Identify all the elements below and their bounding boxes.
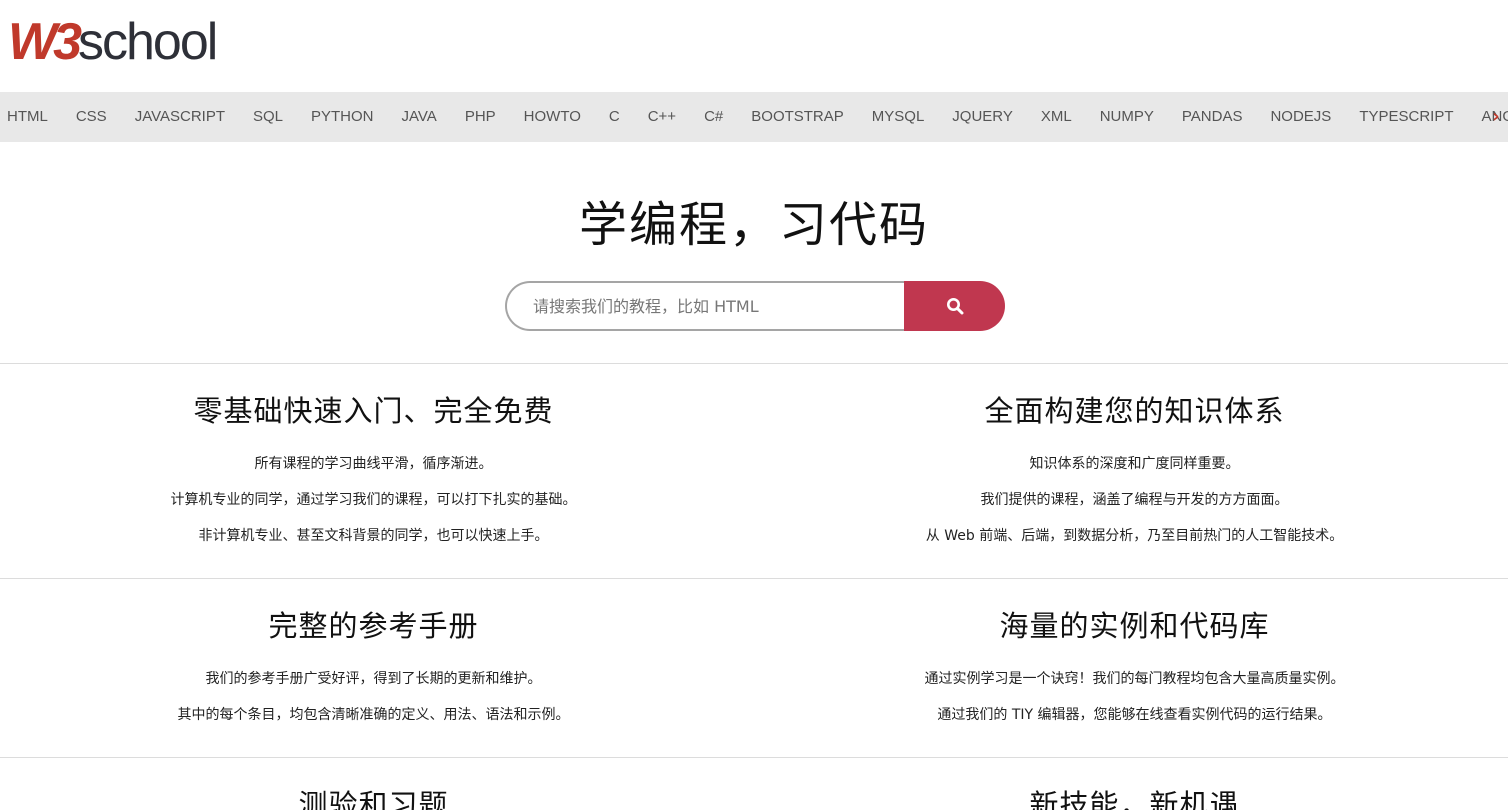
hero-section: 学编程，习代码 xyxy=(0,142,1508,363)
feature-line: 其中的每个条目，均包含清晰准确的定义、用法、语法和示例。 xyxy=(177,707,570,723)
feature-title: 新技能，新机遇 xyxy=(1029,788,1240,810)
nav-item-html[interactable]: HTML xyxy=(0,92,62,142)
feature-title: 全面构建您的知识体系 xyxy=(984,394,1285,428)
feature-row-2: 完整的参考手册 我们的参考手册广受好评，得到了长期的更新和维护。 其中的每个条目… xyxy=(0,578,1508,757)
feature-new-skills: 新技能，新机遇 xyxy=(761,758,1508,810)
top-navigation: HTML CSS JAVASCRIPT SQL PYTHON JAVA PHP … xyxy=(0,92,1508,142)
feature-knowledge-system: 全面构建您的知识体系 知识体系的深度和广度同样重要。 我们提供的课程，涵盖了编程… xyxy=(761,364,1508,554)
nav-item-bootstrap[interactable]: BOOTSTRAP xyxy=(737,92,858,142)
w3school-logo[interactable]: W3school xyxy=(8,13,218,71)
search-input[interactable] xyxy=(505,281,909,331)
feature-title: 测验和习题 xyxy=(298,788,449,810)
feature-line: 我们的参考手册广受好评，得到了长期的更新和维护。 xyxy=(205,671,542,687)
nav-item-sql[interactable]: SQL xyxy=(239,92,297,142)
logo-school: school xyxy=(78,13,218,71)
nav-item-pandas[interactable]: PANDAS xyxy=(1168,92,1257,142)
nav-item-howto[interactable]: HOWTO xyxy=(510,92,595,142)
feature-line: 知识体系的深度和广度同样重要。 xyxy=(1029,456,1240,472)
nav-item-php[interactable]: PHP xyxy=(451,92,510,142)
logo-w3: W3 xyxy=(8,13,82,71)
nav-item-mysql[interactable]: MYSQL xyxy=(858,92,939,142)
feature-title: 零基础快速入门、完全免费 xyxy=(193,394,554,428)
nav-item-css[interactable]: CSS xyxy=(62,92,121,142)
hero-title: 学编程，习代码 xyxy=(578,197,929,253)
header: W3school xyxy=(0,0,1508,92)
nav-item-typescript[interactable]: TYPESCRIPT xyxy=(1345,92,1467,142)
feature-examples: 海量的实例和代码库 通过实例学习是一个诀窍！我们的每门教程均包含大量高质量实例。… xyxy=(761,579,1508,733)
nav-item-numpy[interactable]: NUMPY xyxy=(1086,92,1168,142)
search-button[interactable] xyxy=(904,281,1005,331)
nav-item-c[interactable]: C xyxy=(595,92,634,142)
feature-row-3: 测验和习题 新技能，新机遇 xyxy=(0,757,1508,810)
nav-item-csharp[interactable]: C# xyxy=(690,92,737,142)
nav-item-xml[interactable]: XML xyxy=(1027,92,1086,142)
search-bar xyxy=(505,281,1005,331)
nav-item-python[interactable]: PYTHON xyxy=(297,92,388,142)
nav-item-cpp[interactable]: C++ xyxy=(634,92,690,142)
nav-item-java[interactable]: JAVA xyxy=(388,92,451,142)
nav-item-nodejs[interactable]: NODEJS xyxy=(1256,92,1345,142)
feature-line: 非计算机专业、甚至文科背景的同学，也可以快速上手。 xyxy=(198,528,549,544)
feature-quizzes: 测验和习题 xyxy=(0,758,747,810)
nav-item-javascript[interactable]: JAVASCRIPT xyxy=(121,92,239,142)
feature-row-1: 零基础快速入门、完全免费 所有课程的学习曲线平滑，循序渐进。 计算机专业的同学，… xyxy=(0,363,1508,578)
feature-title: 完整的参考手册 xyxy=(268,609,479,643)
feature-line: 所有课程的学习曲线平滑，循序渐进。 xyxy=(254,456,493,472)
feature-free-intro: 零基础快速入门、完全免费 所有课程的学习曲线平滑，循序渐进。 计算机专业的同学，… xyxy=(0,364,747,554)
feature-line: 计算机专业的同学，通过学习我们的课程，可以打下扎实的基础。 xyxy=(170,492,577,508)
feature-line: 通过实例学习是一个诀窍！我们的每门教程均包含大量高质量实例。 xyxy=(924,671,1345,687)
feature-line: 通过我们的 TIY 编辑器，您能够在线查看实例代码的运行结果。 xyxy=(937,707,1332,723)
feature-line: 我们提供的课程，涵盖了编程与开发的方方面面。 xyxy=(980,492,1289,508)
search-icon xyxy=(946,298,963,315)
feature-line: 从 Web 前端、后端，到数据分析，乃至目前热门的人工智能技术。 xyxy=(925,528,1344,544)
feature-title: 海量的实例和代码库 xyxy=(999,609,1270,643)
chevron-right-icon[interactable]: › xyxy=(1488,92,1504,142)
feature-reference-manual: 完整的参考手册 我们的参考手册广受好评，得到了长期的更新和维护。 其中的每个条目… xyxy=(0,579,747,733)
nav-item-jquery[interactable]: JQUERY xyxy=(938,92,1027,142)
